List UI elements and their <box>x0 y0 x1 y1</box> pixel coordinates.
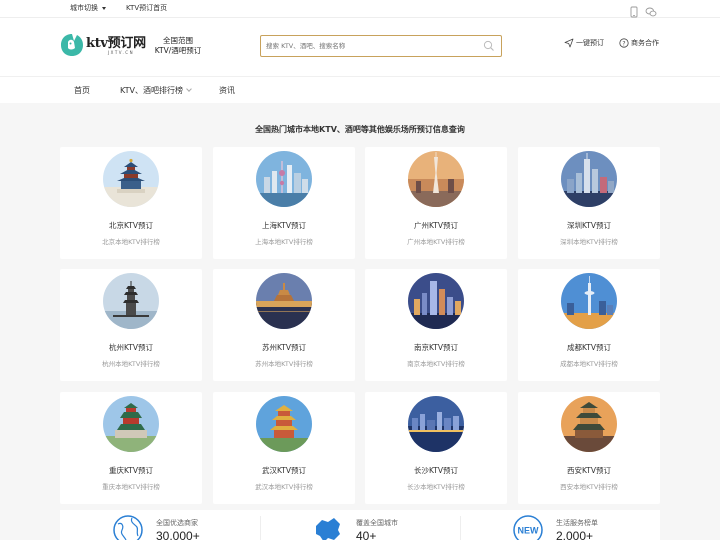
city-subtitle: 深圳本地KTV排行榜 <box>560 238 618 246</box>
city-card-nanjing[interactable]: 南京KTV预订 南京本地KTV排行榜 <box>365 269 507 381</box>
stats-bar: 全国优选商家 30,000+ 覆盖全国城市 40+ NEW 生活服务榜单 2,0… <box>60 510 660 540</box>
caret-down-icon <box>102 6 106 10</box>
stat-rankings: NEW 生活服务榜单 2,000+ <box>512 510 662 540</box>
slogan-line-1: 全国范围 <box>163 36 193 45</box>
stat-value: 30,000+ <box>156 529 200 540</box>
city-card-changsha[interactable]: 长沙KTV预订 长沙本地KTV排行榜 <box>365 392 507 504</box>
city-card-chengdu[interactable]: 成都KTV预订 成都本地KTV排行榜 <box>518 269 660 381</box>
suzhou-night-photo <box>256 273 312 329</box>
chevron-down-icon <box>186 86 192 92</box>
city-card-wuhan[interactable]: 武汉KTV预订 武汉本地KTV排行榜 <box>213 392 355 504</box>
city-subtitle: 广州本地KTV排行榜 <box>407 238 465 246</box>
slogan-line-2: KTV/酒吧预订 <box>154 46 202 55</box>
logo-text: ktv预订网 <box>86 36 146 51</box>
site-logo[interactable]: ktv预订网 JXTV.CN <box>58 31 148 63</box>
city-card-chongqing[interactable]: 重庆KTV预订 重庆本地KTV排行榜 <box>60 392 202 504</box>
stat-value: 2,000+ <box>556 529 594 540</box>
search-input[interactable] <box>266 39 476 53</box>
nav-item-home[interactable]: 首页 <box>74 85 90 96</box>
stat-value: 40+ <box>356 529 377 540</box>
city-title: 杭州KTV预订 <box>108 343 154 352</box>
city-title: 上海KTV预订 <box>261 221 307 230</box>
city-title: 苏州KTV预订 <box>261 343 307 352</box>
business-link-label: 商务合作 <box>631 39 659 47</box>
logo-domain: JXTV.CN <box>108 50 135 55</box>
city-title: 成都KTV预订 <box>566 343 612 352</box>
city-title: 西安KTV预订 <box>566 466 612 475</box>
stat-label: 覆盖全国城市 <box>356 519 398 527</box>
city-title: 广州KTV预订 <box>413 221 459 230</box>
logo-mark-icon <box>61 34 83 56</box>
city-subtitle: 西安本地KTV排行榜 <box>560 483 618 491</box>
city-title: 北京KTV预订 <box>108 221 154 230</box>
city-card-suzhou[interactable]: 苏州KTV预订 苏州本地KTV排行榜 <box>213 269 355 381</box>
globe-icon <box>113 515 143 540</box>
city-card-guangzhou[interactable]: 广州KTV预订 广州本地KTV排行榜 <box>365 147 507 259</box>
nav-item-ranking-label: KTV、酒吧排行榜 <box>120 86 183 95</box>
send-icon <box>564 38 574 48</box>
temple-of-heaven-photo <box>103 151 159 207</box>
search-box <box>260 35 502 57</box>
city-card-hangzhou[interactable]: 杭州KTV预订 杭州本地KTV排行榜 <box>60 269 202 381</box>
city-subtitle: 上海本地KTV排行榜 <box>255 238 313 246</box>
stat-cities: 覆盖全国城市 40+ <box>312 510 462 540</box>
city-title: 武汉KTV预订 <box>261 466 307 475</box>
city-title: 长沙KTV预订 <box>413 466 459 475</box>
city-subtitle: 南京本地KTV排行榜 <box>407 360 465 368</box>
city-subtitle: 长沙本地KTV排行榜 <box>407 483 465 491</box>
xian-bell-tower-photo <box>561 396 617 452</box>
divider <box>260 516 261 540</box>
search-icon[interactable] <box>483 40 495 52</box>
city-card-beijing[interactable]: 北京KTV预订 北京本地KTV排行榜 <box>60 147 202 259</box>
divider <box>460 516 461 540</box>
city-switch-dropdown[interactable]: 城市切换 <box>70 4 106 13</box>
booking-link-label: 一键预订 <box>576 39 604 47</box>
site-header: ktv预订网 JXTV.CN 全国范围 KTV/酒吧预订 一键预订 ? 商务合作 <box>0 18 720 76</box>
city-subtitle: 重庆本地KTV排行榜 <box>102 483 160 491</box>
canton-tower-photo <box>408 151 464 207</box>
china-map-icon <box>316 518 340 540</box>
nav-item-news[interactable]: 资讯 <box>219 85 235 96</box>
west-lake-pagoda-photo <box>103 273 159 329</box>
svg-text:NEW: NEW <box>518 526 540 536</box>
mobile-icon[interactable] <box>628 3 640 18</box>
city-title: 重庆KTV预订 <box>108 466 154 475</box>
stat-merchants: 全国优选商家 30,000+ <box>112 510 262 540</box>
business-cooperation-link[interactable]: ? 商务合作 <box>619 37 659 49</box>
svg-text:?: ? <box>622 40 625 47</box>
changsha-night-photo <box>408 396 464 452</box>
wechat-icon[interactable] <box>645 3 657 17</box>
nanjing-night-photo <box>408 273 464 329</box>
city-card-xian[interactable]: 西安KTV预订 西安本地KTV排行榜 <box>518 392 660 504</box>
city-subtitle: 北京本地KTV排行榜 <box>102 238 160 246</box>
ktv-home-link[interactable]: KTV预订首页 <box>126 4 167 13</box>
city-subtitle: 苏州本地KTV排行榜 <box>255 360 313 368</box>
city-switch-label: 城市切换 <box>70 4 98 12</box>
top-bar: 城市切换 KTV预订首页 <box>0 0 720 18</box>
city-card-shenzhen[interactable]: 深圳KTV预订 深圳本地KTV排行榜 <box>518 147 660 259</box>
city-title: 南京KTV预订 <box>413 343 459 352</box>
city-subtitle: 杭州本地KTV排行榜 <box>102 360 160 368</box>
stat-label: 全国优选商家 <box>156 519 198 527</box>
nav-item-ranking[interactable]: KTV、酒吧排行榜 <box>120 85 192 96</box>
shanghai-skyline-photo <box>256 151 312 207</box>
city-subtitle: 成都本地KTV排行榜 <box>560 360 618 368</box>
help-circle-icon: ? <box>619 38 629 48</box>
slogan: 全国范围 KTV/酒吧预订 <box>153 36 203 56</box>
chongqing-hall-photo <box>103 396 159 452</box>
shenzhen-skyline-photo <box>561 151 617 207</box>
chengdu-tower-photo <box>561 273 617 329</box>
section-title: 全国热门城市本地KTV、酒吧等其他娱乐场所预订信息查询 <box>255 125 465 134</box>
stat-label: 生活服务榜单 <box>556 519 598 527</box>
city-card-shanghai[interactable]: 上海KTV预订 上海本地KTV排行榜 <box>213 147 355 259</box>
yellow-crane-tower-photo <box>256 396 312 452</box>
city-title: 深圳KTV预订 <box>566 221 612 230</box>
new-badge-icon: NEW <box>513 515 543 540</box>
one-click-booking-link[interactable]: 一键预订 <box>564 37 604 49</box>
main-nav: 首页 KTV、酒吧排行榜 资讯 <box>0 76 720 103</box>
city-subtitle: 武汉本地KTV排行榜 <box>255 483 313 491</box>
